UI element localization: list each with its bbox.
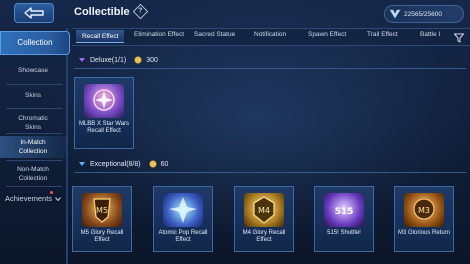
divider (6, 84, 62, 85)
divider (74, 68, 466, 69)
tab-spawn-effect[interactable]: Spawn Effect (308, 31, 346, 38)
svg-text:M5: M5 (96, 206, 108, 215)
page-title: Collectible (74, 6, 130, 18)
section-header-deluxe: Deluxe(1/1) 300 (78, 56, 158, 64)
m3-crest-icon: M3 (404, 193, 444, 227)
chevron-down-icon (55, 196, 61, 201)
chevron-down-icon[interactable] (78, 56, 86, 64)
section-title: Deluxe(1/1) (90, 56, 127, 64)
currency-display[interactable]: 22565/25600 (384, 5, 464, 23)
divider (74, 172, 466, 173)
item-name: Atomic Pop Recall Effect (158, 230, 208, 243)
divider (6, 108, 62, 109)
sidebar-item-skins[interactable]: Skins (0, 91, 66, 100)
item-name: M4 Glory Recall Effect (242, 230, 286, 243)
section-header-exceptional: Exceptional(8/8) 60 (78, 160, 168, 168)
chevron-down-icon[interactable] (78, 160, 86, 168)
svg-text:515: 515 (335, 207, 354, 217)
back-arrow-icon (24, 7, 44, 19)
tab-battle[interactable]: Battle I (420, 31, 440, 38)
svg-text:M3: M3 (418, 206, 430, 215)
m4-crest-icon: M4 (244, 193, 284, 227)
tab-trail-effect[interactable]: Trail Effect (367, 31, 398, 38)
header: Collectible ? 22565/25600 (0, 0, 470, 28)
star-wars-medal-icon (84, 84, 124, 118)
info-icon[interactable]: ? (132, 3, 149, 20)
collectible-card[interactable]: M4 M4 Glory Recall Effect (234, 186, 294, 252)
atomic-pop-icon (163, 193, 203, 227)
m5-crest-icon: M5 (82, 193, 122, 227)
collectible-card[interactable]: 515 515! Shuttle! (314, 186, 374, 252)
tab-sacred-statue[interactable]: Sacred Statue (194, 31, 235, 38)
section-points: 60 (160, 160, 169, 168)
sidebar: Collection Showcase Skins Chromatic Skin… (0, 28, 70, 264)
tab-notification[interactable]: Notification (254, 31, 286, 38)
sidebar-item-showcase[interactable]: Showcase (0, 66, 66, 75)
collectible-card[interactable]: M3 M3 Glorious Return (394, 186, 454, 252)
section-title: Exceptional(8/8) (90, 160, 141, 168)
collectible-card[interactable]: Atomic Pop Recall Effect (153, 186, 213, 252)
item-name: M3 Glorious Return (397, 230, 451, 236)
collectible-card[interactable]: M5 M5 Glory Recall Effect (72, 186, 132, 252)
tab-elimination-effect[interactable]: Elimination Effect (134, 31, 184, 38)
item-name: M5 Glory Recall Effect (80, 230, 124, 243)
sidebar-item-achievements[interactable]: Achievements (0, 194, 66, 203)
svg-text:M4: M4 (258, 206, 270, 215)
collection-points-icon (389, 9, 401, 19)
item-name: 515! Shuttle! (327, 230, 361, 236)
points-icon (148, 160, 157, 168)
sidebar-item-chromatic-skins[interactable]: Chromatic Skins (0, 114, 66, 132)
section-points: 300 (146, 56, 158, 64)
sidebar-item-collection[interactable]: Collection (0, 31, 70, 55)
sidebar-item-non-match-collection[interactable]: Non-Match Collection (0, 165, 66, 183)
divider (6, 186, 62, 187)
tab-recall-effect[interactable]: Recall Effect (76, 30, 125, 43)
category-tabs: Recall Effect Elimination Effect Sacred … (72, 28, 470, 46)
divider (6, 160, 62, 161)
sidebar-item-in-match-collection[interactable]: In-Match Collection (0, 136, 66, 158)
currency-value: 22565/25600 (404, 10, 442, 18)
divider (6, 133, 62, 134)
item-name: MLBB X Star Wars Recall Effect (78, 121, 130, 134)
sidebar-border (66, 28, 68, 264)
filter-button[interactable] (452, 31, 466, 44)
points-icon (134, 56, 142, 64)
filter-icon (454, 33, 464, 43)
back-button[interactable] (14, 3, 54, 23)
collectible-card[interactable]: MLBB X Star Wars Recall Effect (74, 77, 134, 149)
shuttle-515-icon: 515 (324, 193, 364, 227)
notification-dot (50, 191, 53, 194)
